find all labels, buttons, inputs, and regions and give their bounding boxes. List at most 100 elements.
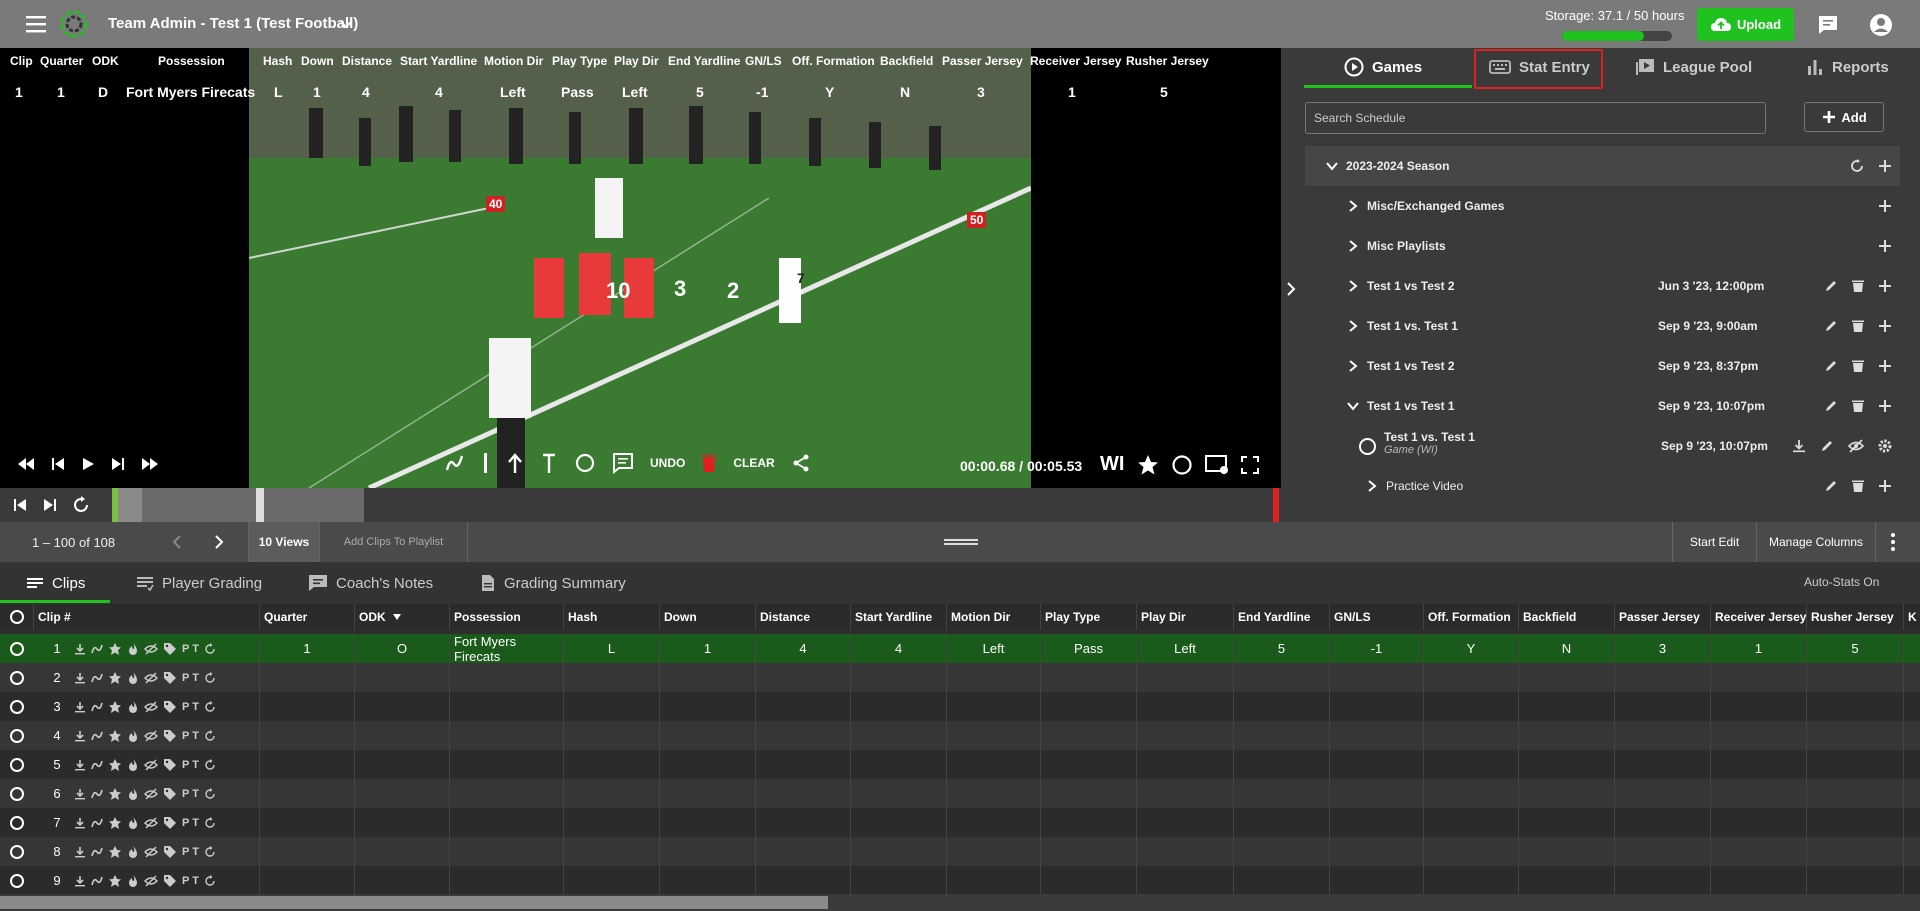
- chevron-right-icon[interactable]: [1346, 319, 1360, 333]
- pt-label[interactable]: P T: [182, 672, 199, 684]
- tab-clips[interactable]: Clips: [26, 562, 85, 604]
- row-select-radio[interactable]: [10, 641, 24, 656]
- table-cell[interactable]: [450, 692, 564, 721]
- table-cell[interactable]: [1041, 692, 1137, 721]
- trash-icon[interactable]: [1852, 479, 1864, 493]
- table-cell[interactable]: [1807, 837, 1904, 866]
- star-icon[interactable]: [108, 642, 122, 656]
- table-cell[interactable]: [1519, 866, 1615, 894]
- record-circle-icon[interactable]: [1171, 454, 1193, 476]
- table-cell[interactable]: [1807, 663, 1904, 692]
- gear-icon[interactable]: [1878, 439, 1892, 453]
- fire-icon[interactable]: [127, 816, 139, 830]
- plus-icon[interactable]: [1878, 399, 1892, 413]
- schedule-tree-row[interactable]: Test 1 vs Test 2 Jun 3 '23, 12:00pm: [1305, 266, 1900, 306]
- column-header[interactable]: ODK: [355, 604, 450, 630]
- table-cell[interactable]: [756, 837, 851, 866]
- pt-label[interactable]: P T: [182, 875, 199, 887]
- table-cell[interactable]: [851, 808, 947, 837]
- table-cell[interactable]: 1: [660, 634, 756, 663]
- star-icon[interactable]: [108, 787, 122, 801]
- column-header[interactable]: Rusher Jersey: [1807, 604, 1904, 630]
- edit-icon[interactable]: [1820, 439, 1834, 453]
- row-select-cell[interactable]: [0, 663, 34, 692]
- auto-stats-toggle[interactable]: Auto-Stats On: [1804, 575, 1879, 589]
- plus-icon[interactable]: [1878, 319, 1892, 333]
- table-cell[interactable]: N: [1519, 634, 1615, 663]
- play-icon[interactable]: [80, 456, 96, 472]
- fire-icon[interactable]: [127, 787, 139, 801]
- draw-icon[interactable]: [91, 730, 103, 742]
- row-select-radio[interactable]: [10, 786, 24, 801]
- table-cell[interactable]: [1330, 779, 1424, 808]
- pt-label[interactable]: P T: [182, 643, 199, 655]
- row-select-radio[interactable]: [10, 670, 24, 685]
- table-cell[interactable]: [1330, 692, 1424, 721]
- circle-tool-icon[interactable]: [574, 452, 596, 474]
- table-cell[interactable]: [260, 692, 355, 721]
- draw-icon[interactable]: [91, 846, 103, 858]
- hide-icon[interactable]: [144, 730, 158, 742]
- table-cell[interactable]: [1807, 692, 1904, 721]
- comment-tool-icon[interactable]: [612, 452, 634, 474]
- column-header[interactable]: Passer Jersey: [1615, 604, 1711, 630]
- table-cell[interactable]: [1424, 779, 1519, 808]
- more-options-icon[interactable]: [1890, 532, 1896, 552]
- table-cell[interactable]: [1041, 721, 1137, 750]
- chevron-down-icon[interactable]: [338, 16, 354, 32]
- draw-icon[interactable]: [91, 643, 103, 655]
- table-cell[interactable]: [660, 663, 756, 692]
- edit-icon[interactable]: [1824, 279, 1838, 293]
- table-cell[interactable]: [947, 866, 1041, 894]
- plus-icon[interactable]: [1878, 199, 1892, 213]
- fullscreen-icon[interactable]: [1241, 456, 1259, 474]
- timeline-scrubber[interactable]: [112, 488, 364, 522]
- table-cell[interactable]: [1424, 663, 1519, 692]
- hide-icon[interactable]: [144, 875, 158, 887]
- table-cell[interactable]: 1: [260, 634, 355, 663]
- replay-icon[interactable]: [72, 496, 90, 514]
- fire-icon[interactable]: [127, 758, 139, 772]
- table-cell[interactable]: [1330, 866, 1424, 894]
- schedule-tree-row[interactable]: Test 1 vs. Test 1 Game (WI) Sep 9 '23, 10:…: [1305, 426, 1900, 466]
- table-cell[interactable]: [450, 808, 564, 837]
- table-cell[interactable]: [756, 866, 851, 894]
- plus-icon[interactable]: [1878, 279, 1892, 293]
- table-cell[interactable]: [947, 663, 1041, 692]
- freehand-draw-icon[interactable]: [444, 452, 466, 474]
- table-cell[interactable]: 4: [756, 634, 851, 663]
- table-cell[interactable]: [1137, 663, 1234, 692]
- plus-icon[interactable]: [1878, 239, 1892, 253]
- video-player[interactable]: 40 50 10 3 2 7 Clip 1 Quarter 1 ODK D Possessi…: [0, 48, 1281, 488]
- table-cell[interactable]: [1234, 663, 1330, 692]
- edit-icon[interactable]: [1824, 479, 1838, 493]
- row-select-cell[interactable]: [0, 750, 34, 779]
- table-cell[interactable]: [450, 779, 564, 808]
- schedule-tree-row[interactable]: Misc/Exchanged Games: [1305, 186, 1900, 226]
- pt-label[interactable]: P T: [182, 788, 199, 800]
- table-cell[interactable]: [947, 692, 1041, 721]
- schedule-tree-row[interactable]: Practice Video: [1305, 466, 1900, 506]
- select-all-radio-cell[interactable]: [0, 604, 34, 630]
- table-cell[interactable]: [355, 692, 450, 721]
- table-cell[interactable]: [756, 750, 851, 779]
- column-header[interactable]: Down: [660, 604, 756, 630]
- refresh-icon[interactable]: [204, 671, 216, 684]
- table-cell[interactable]: [1330, 837, 1424, 866]
- table-cell[interactable]: [756, 663, 851, 692]
- draw-icon[interactable]: [91, 788, 103, 800]
- select-all-radio[interactable]: [9, 610, 24, 624]
- table-cell[interactable]: [1519, 663, 1615, 692]
- trash-icon[interactable]: [701, 453, 717, 473]
- star-icon[interactable]: [108, 874, 122, 888]
- table-cell[interactable]: [660, 692, 756, 721]
- search-schedule-input[interactable]: [1305, 102, 1766, 134]
- draw-icon[interactable]: [91, 672, 103, 684]
- hide-icon[interactable]: [144, 701, 158, 713]
- column-header[interactable]: Motion Dir: [947, 604, 1041, 630]
- table-cell[interactable]: [450, 721, 564, 750]
- tag-icon[interactable]: [163, 642, 177, 656]
- table-cell[interactable]: [564, 808, 660, 837]
- hide-icon[interactable]: [144, 759, 158, 771]
- table-cell[interactable]: [1615, 866, 1711, 894]
